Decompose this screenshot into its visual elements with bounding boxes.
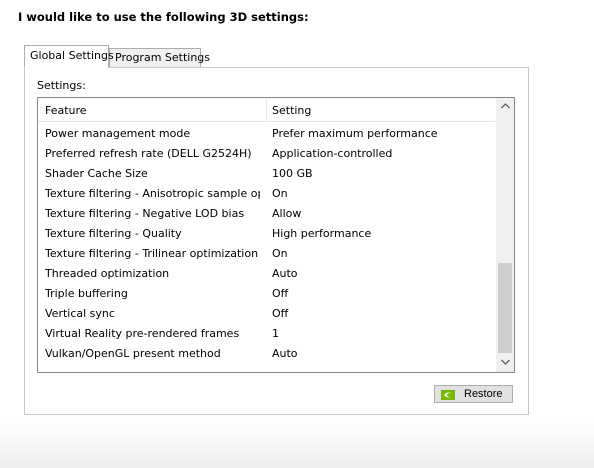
- chevron-down-icon[interactable]: [496, 354, 514, 372]
- feature-name: Texture filtering - Anisotropic sample o…: [45, 187, 260, 200]
- setting-value[interactable]: 100 GB: [272, 164, 313, 184]
- feature-name: Power management mode: [45, 127, 191, 140]
- list-item[interactable]: Preferred refresh rate (DELL G2524H) Appl…: [38, 144, 495, 164]
- nvidia-logo-icon: [441, 389, 455, 400]
- setting-value[interactable]: Off: [272, 304, 288, 324]
- column-header-feature[interactable]: Feature: [45, 104, 87, 117]
- restore-label: Restore: [464, 388, 503, 400]
- tab-global-settings[interactable]: Global Settings: [24, 45, 114, 68]
- setting-value[interactable]: 1: [272, 324, 279, 344]
- list-header: Feature Setting: [38, 98, 495, 122]
- feature-name: Texture filtering - Trilinear optimizati…: [45, 247, 259, 260]
- setting-value[interactable]: Auto: [272, 344, 298, 364]
- feature-name: Texture filtering - Negative LOD bias: [45, 207, 245, 220]
- feature-name: Threaded optimization: [45, 267, 170, 280]
- list-item[interactable]: Texture filtering - Anisotropic sample o…: [38, 184, 495, 204]
- feature-name: Preferred refresh rate (DELL G2524H): [45, 147, 252, 160]
- scrollbar-thumb[interactable]: [498, 263, 512, 353]
- settings-rows: Power management mode Prefer maximum perf…: [38, 124, 495, 364]
- feature-name: Shader Cache Size: [45, 167, 148, 180]
- vertical-scrollbar[interactable]: [496, 98, 514, 372]
- feature-name: Triple buffering: [45, 287, 128, 300]
- list-item[interactable]: Threaded optimization Auto: [38, 264, 495, 284]
- list-item[interactable]: Texture filtering - Quality High performa…: [38, 224, 495, 244]
- global-settings-panel: Settings: Feature Setting Power manageme…: [24, 67, 529, 415]
- page-heading: I would like to use the following 3D set…: [18, 10, 309, 24]
- list-item[interactable]: Power management mode Prefer maximum perf…: [38, 124, 495, 144]
- feature-name: Vertical sync: [45, 307, 115, 320]
- list-item[interactable]: Texture filtering - Trilinear optimizati…: [38, 244, 495, 264]
- setting-value[interactable]: On: [272, 244, 288, 264]
- setting-value[interactable]: Allow: [272, 204, 301, 224]
- column-separator[interactable]: [266, 98, 267, 122]
- list-item[interactable]: Triple buffering Off: [38, 284, 495, 304]
- chevron-up-icon[interactable]: [496, 98, 514, 116]
- tab-program-settings[interactable]: Program Settings: [109, 48, 210, 68]
- nvidia-3d-settings-page: I would like to use the following 3D set…: [0, 0, 594, 468]
- list-item[interactable]: Shader Cache Size 100 GB: [38, 164, 495, 184]
- setting-value[interactable]: Prefer maximum performance: [272, 124, 438, 144]
- list-item[interactable]: Texture filtering - Negative LOD bias All…: [38, 204, 495, 224]
- feature-name: Vulkan/OpenGL present method: [45, 347, 221, 360]
- feature-name: Virtual Reality pre-rendered frames: [45, 327, 240, 340]
- list-item[interactable]: Vulkan/OpenGL present method Auto: [38, 344, 495, 364]
- feature-name: Texture filtering - Quality: [45, 227, 182, 240]
- settings-label: Settings:: [37, 79, 86, 92]
- setting-value[interactable]: Off: [272, 284, 288, 304]
- setting-value[interactable]: Auto: [272, 264, 298, 284]
- column-header-setting[interactable]: Setting: [272, 104, 311, 117]
- setting-value[interactable]: Application-controlled: [272, 144, 392, 164]
- setting-value[interactable]: On: [272, 184, 288, 204]
- list-item[interactable]: Vertical sync Off: [38, 304, 495, 324]
- list-item[interactable]: Virtual Reality pre-rendered frames 1: [38, 324, 495, 344]
- setting-value[interactable]: High performance: [272, 224, 371, 244]
- background-fade: [0, 420, 594, 468]
- restore-button[interactable]: Restore: [434, 385, 513, 403]
- settings-list[interactable]: Feature Setting Power management mode Pre…: [37, 97, 515, 373]
